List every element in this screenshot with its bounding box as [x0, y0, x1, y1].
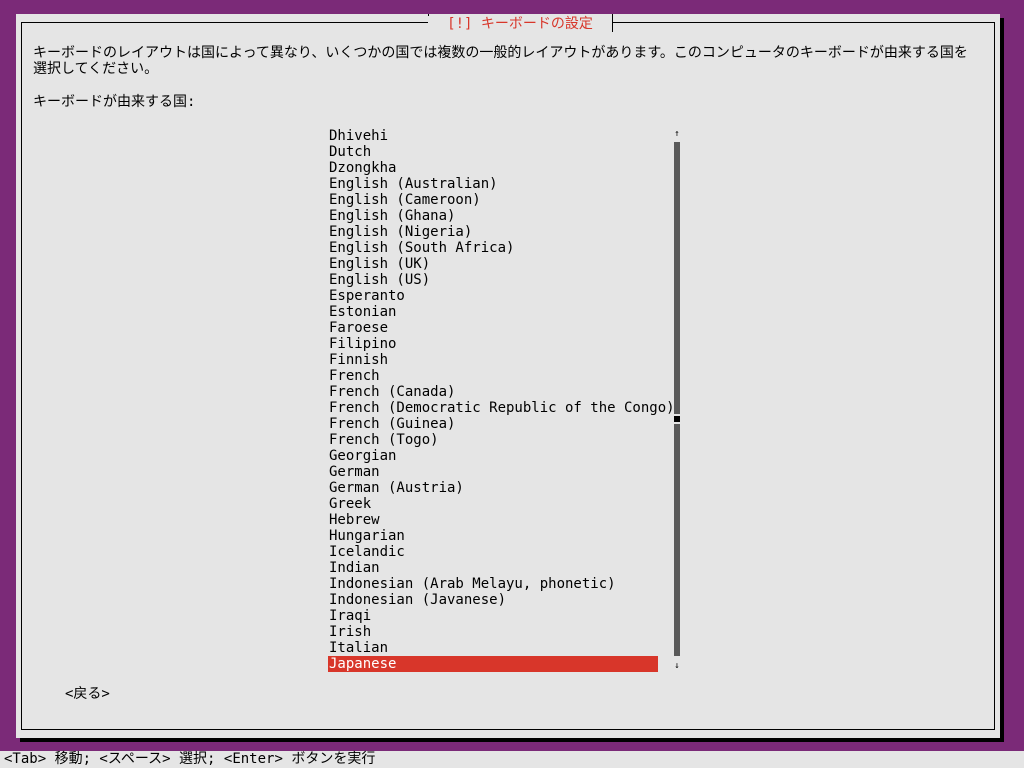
list-item[interactable]: Greek [328, 496, 658, 512]
title-divider-right [612, 14, 613, 32]
list-item[interactable]: Indonesian (Javanese) [328, 592, 658, 608]
back-button[interactable]: <戻る> [65, 686, 110, 702]
list-item[interactable]: Dutch [328, 144, 658, 160]
list-item[interactable]: German (Austria) [328, 480, 658, 496]
list-item[interactable]: English (Ghana) [328, 208, 658, 224]
list-item[interactable]: English (Nigeria) [328, 224, 658, 240]
list-item[interactable]: French (Canada) [328, 384, 658, 400]
list-item[interactable]: English (US) [328, 272, 658, 288]
scroll-track[interactable] [674, 142, 680, 656]
keyboard-country-list[interactable]: Dhivehi Dutch Dzongkha English (Australian)… [328, 128, 675, 672]
scroll-up-arrow-icon[interactable]: ↑ [672, 128, 682, 140]
list-item[interactable]: French [328, 368, 658, 384]
scroll-thumb[interactable] [674, 414, 680, 424]
list-item[interactable]: French (Guinea) [328, 416, 658, 432]
list-item[interactable]: German [328, 464, 658, 480]
list-item[interactable]: French (Democratic Republic of the Congo… [328, 400, 675, 416]
list-item[interactable]: Indonesian (Arab Melayu, phonetic) [328, 576, 658, 592]
list-item[interactable]: Hungarian [328, 528, 658, 544]
list-scrollbar[interactable]: ↑ ↓ [672, 128, 682, 672]
list-item[interactable]: English (South Africa) [328, 240, 658, 256]
list-item[interactable]: Georgian [328, 448, 658, 464]
list-item[interactable]: Estonian [328, 304, 658, 320]
scroll-thumb-marker [674, 416, 680, 422]
list-item[interactable]: Hebrew [328, 512, 658, 528]
keyboard-config-dialog: [!] キーボードの設定 キーボードのレイアウトは国によって異なり、いくつかの国… [16, 14, 1000, 738]
list-item[interactable]: Faroese [328, 320, 658, 336]
status-bar: <Tab> 移動; <スペース> 選択; <Enter> ボタンを実行 [0, 751, 1024, 768]
list-item[interactable]: Dhivehi [328, 128, 658, 144]
list-item[interactable]: Dzongkha [328, 160, 658, 176]
list-item[interactable]: Iraqi [328, 608, 658, 624]
list-item[interactable]: Italian [328, 640, 658, 656]
dialog-description: キーボードのレイアウトは国によって異なり、いくつかの国では複数の一般的レイアウト… [33, 45, 968, 77]
scroll-down-arrow-icon[interactable]: ↓ [672, 660, 682, 672]
list-item[interactable]: Irish [328, 624, 658, 640]
list-item[interactable]: Indian [328, 560, 658, 576]
list-item[interactable]: English (Australian) [328, 176, 658, 192]
list-item[interactable]: Filipino [328, 336, 658, 352]
list-item[interactable]: English (Cameroon) [328, 192, 658, 208]
list-item[interactable]: Finnish [328, 352, 658, 368]
list-item[interactable]: Icelandic [328, 544, 658, 560]
country-prompt-label: キーボードが由来する国: [33, 94, 196, 110]
dialog-title: [!] キーボードの設定 [428, 16, 612, 32]
list-item[interactable]: Esperanto [328, 288, 658, 304]
list-item-selected[interactable]: Japanese [328, 656, 658, 672]
list-item[interactable]: French (Togo) [328, 432, 658, 448]
list-item[interactable]: English (UK) [328, 256, 658, 272]
